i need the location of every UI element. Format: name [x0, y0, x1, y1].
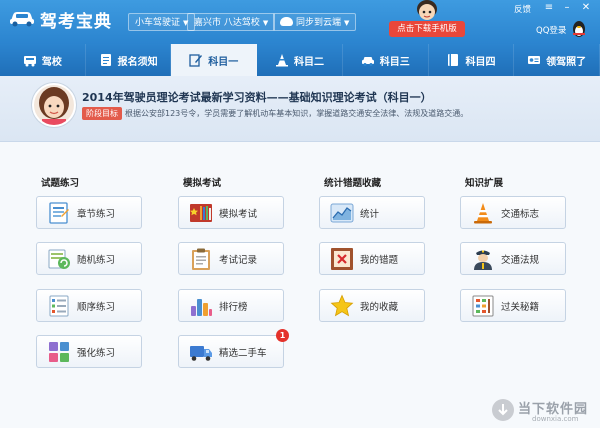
qq-penguin-icon[interactable] [569, 20, 589, 38]
tile-statistics[interactable]: 统计 [319, 196, 425, 229]
random-icon [48, 249, 70, 269]
ranking-icon [191, 298, 212, 316]
close-icon[interactable]: ✕ [580, 2, 592, 14]
avatar [32, 83, 76, 127]
tile-label: 随机练习 [77, 254, 116, 266]
tile-label: 强化练习 [77, 347, 116, 359]
book-icon [448, 54, 459, 66]
tile-label: 统计 [360, 208, 380, 220]
tile-mock-exam[interactable]: 模拟考试 [178, 196, 284, 229]
nav-item-notice[interactable]: 报名须知 [86, 44, 172, 76]
license-type-label: 小车驾驶证 [135, 18, 181, 28]
cloud-icon [280, 17, 293, 26]
mascot-icon [417, 0, 437, 20]
exam-icon [190, 203, 212, 222]
cone-icon [276, 54, 289, 67]
tile-sequence-practice[interactable]: 顺序练习 [36, 289, 142, 322]
nav-item-get-license[interactable]: 领驾照了 [514, 44, 600, 76]
tile-ranking[interactable]: 排行榜 [178, 289, 284, 322]
tile-label: 我的收藏 [360, 301, 399, 313]
tile-random-practice[interactable]: 随机练习 [36, 242, 142, 275]
tile-intensive-practice[interactable]: 强化练习 [36, 335, 142, 368]
clipboard-icon [192, 248, 210, 270]
tile-label: 交通标志 [501, 208, 540, 220]
title-bar: 驾考宝典 小车驾驶证 ▼ 嘉兴市 八达驾校 ▼ 同步到云端 ▼ 点击下载手机版 反馈 … [0, 0, 600, 44]
school-icon [23, 56, 36, 67]
nav-item-subject-one[interactable]: 科目一 [171, 44, 258, 76]
sync-cloud-button[interactable]: 同步到云端 ▼ [273, 13, 357, 31]
nav-item-label: 科目二 [294, 56, 325, 68]
tile-my-mistakes[interactable]: 我的错题 [319, 242, 425, 275]
tile-label: 过关秘籍 [501, 301, 540, 313]
car-logo-icon [10, 12, 34, 27]
section-header-stats: 统计错题收藏 [324, 178, 382, 189]
mistake-icon [331, 247, 353, 270]
nav-item-label: 科目一 [208, 56, 239, 68]
section-header-mock: 模拟考试 [183, 178, 222, 189]
chart-icon [330, 203, 354, 222]
tile-label: 顺序练习 [77, 301, 116, 313]
banner-description: 根据公安部123号令，学员需要了解机动车基本知识，掌握道路交通安全法律、法规及道… [125, 109, 469, 118]
chevron-down-icon: ▼ [262, 19, 269, 27]
notice-icon [100, 54, 111, 66]
traffic-cone-icon [474, 202, 492, 223]
tile-traffic-laws[interactable]: 交通法规 [460, 242, 566, 275]
police-icon [474, 250, 492, 270]
tile-chapter-practice[interactable]: 章节练习 [36, 196, 142, 229]
nav-item-label: 科目四 [465, 56, 496, 68]
sync-label: 同步到云端 [296, 18, 342, 28]
banner-title: 2014年驾驶员理论考试最新学习资料——基础知识理论考试（科目一） [82, 91, 432, 104]
tile-label: 交通法规 [501, 254, 540, 266]
tile-my-favorites[interactable]: 我的收藏 [319, 289, 425, 322]
nav-item-label: 报名须知 [117, 56, 158, 68]
qq-login-link[interactable]: QQ登录 [536, 24, 566, 36]
section-header-knowledge: 知识扩展 [465, 178, 504, 189]
tile-label: 章节练习 [77, 208, 116, 220]
nav-item-label: 领驾照了 [546, 56, 587, 68]
license-icon [528, 56, 541, 64]
stage-goal-badge: 阶段目标 [82, 107, 122, 120]
nav-item-school[interactable]: 驾校 [0, 44, 86, 76]
location-select[interactable]: 嘉兴市 八达驾校 ▼ [187, 13, 276, 31]
tile-label: 考试记录 [219, 254, 258, 266]
tile-label: 排行榜 [219, 301, 248, 313]
minimize-icon[interactable]: – [561, 2, 573, 14]
notification-badge: 1 [276, 329, 289, 342]
tile-exam-record[interactable]: 考试记录 [178, 242, 284, 275]
app-title: 驾考宝典 [40, 12, 112, 32]
sequence-icon [49, 295, 69, 316]
chapter-icon [49, 201, 69, 224]
tile-used-cars[interactable]: 精选二手车 1 [178, 329, 289, 368]
nav-item-label: 科目三 [379, 56, 410, 68]
avatar-girl-icon [34, 85, 74, 125]
tile-traffic-signs[interactable]: 交通标志 [460, 196, 566, 229]
tile-label: 精选二手车 [219, 347, 267, 359]
download-mobile-button[interactable]: 点击下载手机版 [389, 21, 465, 37]
nav-item-subject-three[interactable]: 科目三 [343, 44, 429, 76]
feedback-link[interactable]: 反馈 [514, 3, 531, 15]
chevron-down-icon: ▼ [344, 19, 350, 27]
tile-pass-secrets[interactable]: 过关秘籍 [460, 289, 566, 322]
nav-item-subject-four[interactable]: 科目四 [429, 44, 515, 76]
star-icon [330, 293, 354, 316]
watermark-url: downxia.com [532, 415, 579, 423]
watermark: 当下软件园 downxia.com [486, 396, 598, 426]
car-icon [361, 57, 374, 66]
tile-label: 我的错题 [360, 254, 399, 266]
menu-icon[interactable]: ≡ [543, 2, 555, 14]
info-banner: 2014年驾驶员理论考试最新学习资料——基础知识理论考试（科目一） 阶段目标 根… [0, 76, 600, 142]
location-label: 嘉兴市 八达驾校 [194, 18, 260, 28]
abacus-icon [472, 295, 494, 316]
truck-icon [190, 345, 212, 361]
main-nav: 驾校 报名须知 科目一 科目二 科目三 科目四 领驾照了 [0, 44, 600, 76]
nav-item-label: 驾校 [41, 56, 62, 68]
tile-label: 模拟考试 [219, 208, 258, 220]
nav-item-subject-two[interactable]: 科目二 [257, 44, 343, 76]
license-type-select[interactable]: 小车驾驶证 ▼ [128, 13, 196, 31]
download-arrow-icon [492, 399, 514, 421]
section-header-practice: 试题练习 [41, 178, 80, 189]
intensive-icon [49, 341, 69, 362]
pencil-icon [189, 54, 203, 67]
